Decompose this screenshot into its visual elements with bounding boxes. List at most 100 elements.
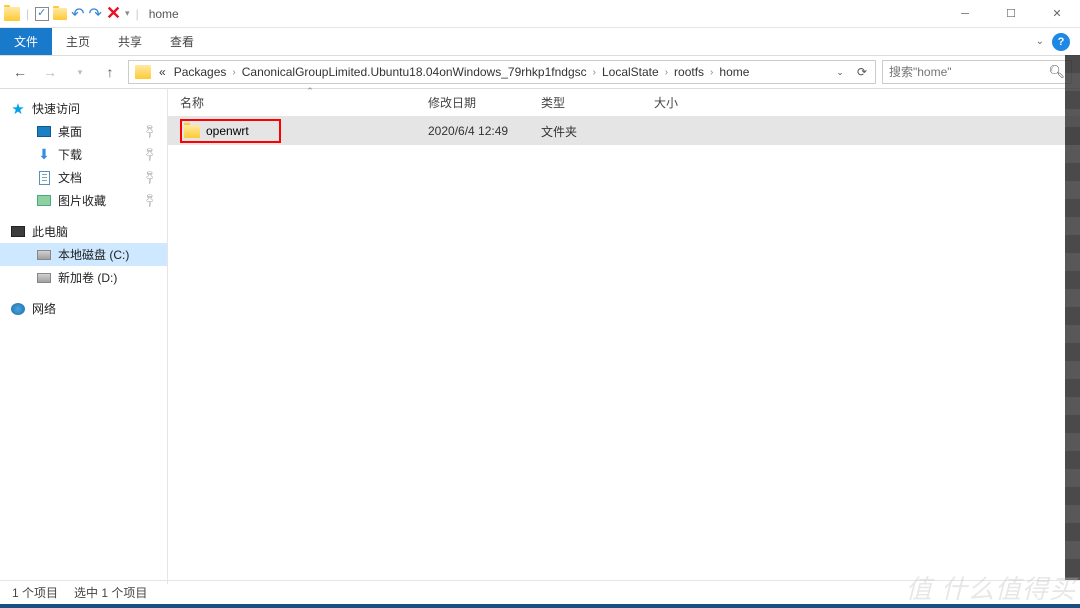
- disk-icon: [37, 250, 51, 260]
- status-bar: 1 个项目 选中 1 个项目: [0, 580, 1080, 604]
- pin-icon: 📌︎: [142, 146, 159, 163]
- maximize-button[interactable]: ☐: [988, 0, 1034, 28]
- column-label: 名称: [180, 94, 204, 111]
- sidebar-new-volume[interactable]: 新加卷 (D:): [0, 266, 167, 289]
- sidebar-desktop[interactable]: 桌面 📌︎: [0, 120, 167, 143]
- status-item-count: 1 个项目: [12, 584, 58, 601]
- back-button[interactable]: ←: [8, 60, 32, 84]
- breadcrumb-segment[interactable]: LocalState: [598, 65, 663, 79]
- column-date[interactable]: 修改日期: [428, 94, 541, 111]
- column-label: 大小: [654, 94, 678, 111]
- network-icon: [11, 303, 25, 315]
- chevron-right-icon[interactable]: ›: [708, 67, 715, 78]
- up-button[interactable]: ↑: [98, 60, 122, 84]
- disk-icon: [37, 273, 51, 283]
- qat-dropdown-icon[interactable]: ▾: [125, 8, 130, 19]
- forward-button[interactable]: →: [38, 60, 62, 84]
- qat-newfolder-icon[interactable]: [53, 8, 67, 20]
- app-icon: [4, 7, 20, 21]
- recent-dropdown-icon[interactable]: ▾: [68, 60, 92, 84]
- document-icon: [39, 171, 50, 185]
- tab-view[interactable]: 查看: [156, 28, 208, 55]
- sidebar-label: 下载: [58, 146, 82, 163]
- column-size[interactable]: 大小: [654, 94, 734, 111]
- sidebar-label: 网络: [32, 300, 56, 317]
- column-headers: 名称 ⌃ 修改日期 类型 大小: [168, 89, 1080, 117]
- search-input[interactable]: [889, 65, 1048, 79]
- file-row[interactable]: openwrt 2020/6/4 12:49 文件夹: [168, 117, 1080, 145]
- column-type[interactable]: 类型: [541, 94, 654, 111]
- sort-indicator-icon: ⌃: [306, 86, 314, 97]
- folder-icon: [184, 125, 200, 138]
- desktop-icon: [37, 126, 51, 137]
- address-bar[interactable]: « Packages › CanonicalGroupLimited.Ubunt…: [128, 60, 876, 84]
- window-controls: ─ ☐ ✕: [942, 0, 1080, 28]
- bottom-border: [0, 604, 1080, 608]
- tab-file[interactable]: 文件: [0, 28, 52, 55]
- file-date: 2020/6/4 12:49: [428, 124, 541, 138]
- breadcrumb-prefix[interactable]: «: [155, 65, 170, 79]
- qat-properties-icon[interactable]: [35, 7, 49, 21]
- star-icon: ★: [10, 101, 26, 117]
- sidebar-label: 桌面: [58, 123, 82, 140]
- background-strip: [1065, 55, 1080, 580]
- pin-icon: 📌︎: [142, 169, 159, 186]
- sidebar-label: 本地磁盘 (C:): [58, 246, 129, 263]
- tab-share[interactable]: 共享: [104, 28, 156, 55]
- file-list: openwrt 2020/6/4 12:49 文件夹: [168, 117, 1080, 584]
- column-label: 类型: [541, 94, 565, 111]
- chevron-right-icon[interactable]: ›: [230, 67, 237, 78]
- breadcrumb-segment[interactable]: rootfs: [670, 65, 708, 79]
- close-button[interactable]: ✕: [1034, 0, 1080, 28]
- breadcrumb-segment[interactable]: home: [715, 65, 753, 79]
- sidebar-label: 新加卷 (D:): [58, 269, 117, 286]
- qat-undo-icon[interactable]: ↶: [71, 4, 84, 24]
- sidebar-quick-access[interactable]: ★ 快速访问: [0, 97, 167, 120]
- minimize-button[interactable]: ─: [942, 0, 988, 28]
- separator: |: [136, 7, 139, 21]
- quick-access-toolbar: | ↶ ↷ ✕ ▾ | home: [0, 3, 183, 24]
- address-folder-icon: [135, 65, 151, 79]
- breadcrumb: « Packages › CanonicalGroupLimited.Ubunt…: [155, 65, 753, 79]
- title-bar: | ↶ ↷ ✕ ▾ | home ─ ☐ ✕: [0, 0, 1080, 28]
- sidebar-label: 图片收藏: [58, 192, 106, 209]
- breadcrumb-segment[interactable]: Packages: [170, 65, 231, 79]
- search-icon[interactable]: 🔍︎: [1048, 64, 1065, 80]
- tab-home[interactable]: 主页: [52, 28, 104, 55]
- pin-icon: 📌︎: [142, 123, 159, 140]
- ribbon-tabs: 文件 主页 共享 查看 ⌄ ?: [0, 28, 1080, 56]
- help-button[interactable]: ?: [1052, 33, 1070, 51]
- refresh-button[interactable]: ⟳: [851, 61, 873, 83]
- separator: |: [26, 7, 29, 21]
- navigation-bar: ← → ▾ ↑ « Packages › CanonicalGroupLimit…: [0, 56, 1080, 89]
- qat-delete-icon[interactable]: ✕: [106, 3, 121, 24]
- column-name[interactable]: 名称 ⌃: [180, 94, 428, 111]
- sidebar-network[interactable]: 网络: [0, 297, 167, 320]
- sidebar-downloads[interactable]: ⬇ 下载 📌︎: [0, 143, 167, 166]
- search-box[interactable]: 🔍︎: [882, 60, 1072, 84]
- sidebar-local-disk[interactable]: 本地磁盘 (C:): [0, 243, 167, 266]
- sidebar-this-pc[interactable]: 此电脑: [0, 220, 167, 243]
- chevron-right-icon[interactable]: ›: [663, 67, 670, 78]
- sidebar-label: 快速访问: [32, 100, 80, 117]
- address-dropdown-icon[interactable]: ⌄: [829, 61, 851, 83]
- file-type: 文件夹: [541, 123, 654, 140]
- file-view: 名称 ⌃ 修改日期 类型 大小 openwrt 2020/6/4 12:49 文…: [168, 89, 1080, 584]
- qat-redo-icon[interactable]: ↷: [89, 4, 102, 24]
- ribbon-expand-icon[interactable]: ⌄: [1036, 36, 1044, 47]
- status-selected-count: 选中 1 个项目: [74, 584, 147, 601]
- sidebar-documents[interactable]: 文档 📌︎: [0, 166, 167, 189]
- file-name: openwrt: [206, 124, 249, 138]
- column-label: 修改日期: [428, 94, 476, 111]
- breadcrumb-segment[interactable]: CanonicalGroupLimited.Ubuntu18.04onWindo…: [238, 65, 591, 79]
- pin-icon: 📌︎: [142, 192, 159, 209]
- sidebar-label: 文档: [58, 169, 82, 186]
- navigation-pane: ★ 快速访问 桌面 📌︎ ⬇ 下载 📌︎ 文档 📌︎ 图片收藏 📌: [0, 89, 168, 584]
- pictures-icon: [37, 195, 51, 206]
- annotation-highlight: openwrt: [180, 119, 281, 143]
- chevron-right-icon[interactable]: ›: [591, 67, 598, 78]
- sidebar-pictures[interactable]: 图片收藏 📌︎: [0, 189, 167, 212]
- pc-icon: [11, 226, 25, 237]
- download-icon: ⬇: [36, 147, 52, 163]
- window-title: home: [149, 7, 179, 21]
